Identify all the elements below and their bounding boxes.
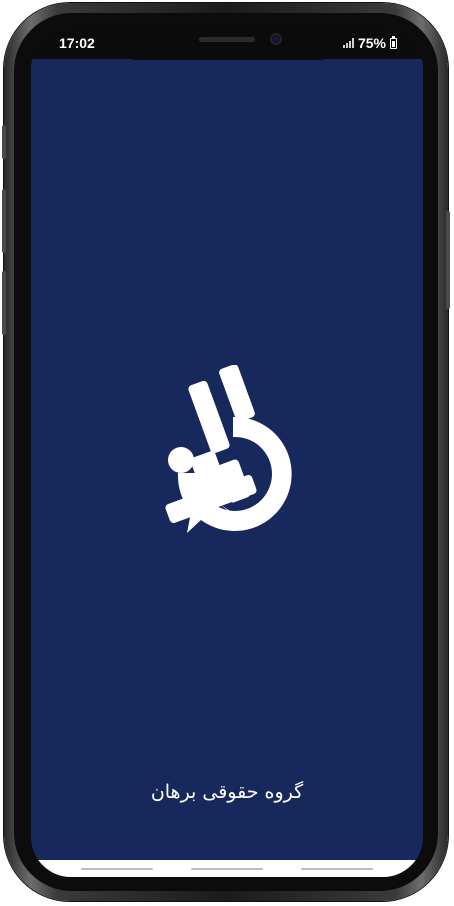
- volume-down-button: [2, 189, 6, 253]
- notch: [119, 29, 335, 60]
- brand-name: گروه حقوقی برهان: [150, 781, 304, 803]
- volume-up-button: [2, 125, 6, 159]
- back-button[interactable]: [301, 868, 373, 870]
- power-button: [446, 211, 450, 309]
- home-button[interactable]: [191, 868, 263, 870]
- system-nav-bar: [31, 860, 423, 877]
- status-indicators: 75%: [342, 35, 397, 51]
- app-screen: 17:02 75% گروه حقوقی برهان: [31, 29, 423, 877]
- battery-icon: [390, 35, 397, 49]
- borhan-logo-icon: [165, 365, 292, 533]
- recent-apps-button[interactable]: [81, 868, 153, 870]
- volume-down-button-2: [2, 271, 6, 335]
- front-camera-icon: [270, 33, 282, 45]
- earpiece-speaker: [199, 37, 255, 42]
- status-time: 17:02: [59, 35, 95, 51]
- signal-icon: [342, 38, 354, 48]
- battery-percent: 75%: [357, 35, 386, 51]
